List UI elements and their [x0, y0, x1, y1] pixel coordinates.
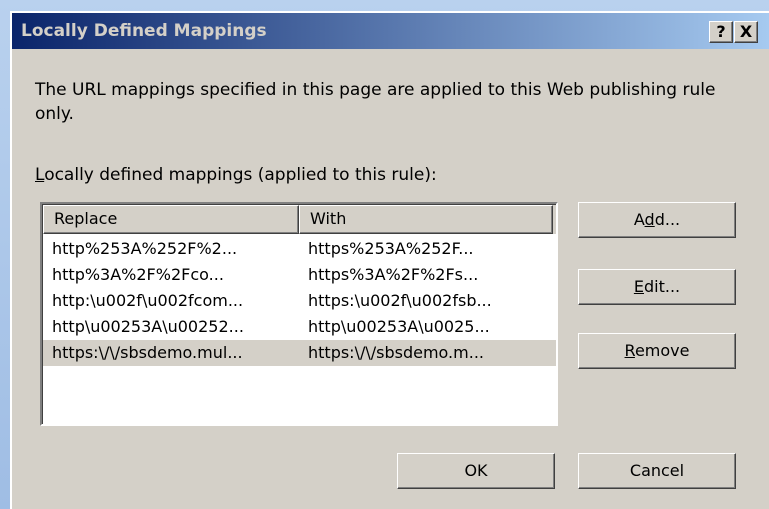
cell-replace: http:\u002f\u002fcom... — [52, 291, 244, 310]
cancel-button[interactable]: Cancel — [578, 453, 736, 489]
cell-with: http\u00253A\u0025... — [308, 317, 490, 336]
column-header-filler — [553, 205, 556, 234]
cell-replace: http%3A%2F%2Fco... — [52, 265, 224, 284]
help-icon: ? — [716, 22, 726, 41]
window-title: Locally Defined Mappings — [21, 21, 267, 41]
help-button[interactable]: ? — [709, 21, 733, 43]
table-row[interactable]: http:\u002f\u002fcom... https:\u002f\u00… — [43, 288, 556, 314]
column-header-replace[interactable]: Replace — [43, 205, 299, 234]
add-button-mnemonic: d — [644, 210, 655, 229]
edit-button[interactable]: Edit... — [578, 269, 736, 305]
mappings-list-label: Locally defined mappings (applied to thi… — [35, 165, 437, 185]
column-header-with[interactable]: With — [299, 205, 553, 234]
cell-with: https%253A%252F... — [308, 239, 474, 258]
remove-button[interactable]: Remove — [578, 333, 736, 369]
mappings-list-label-rest: ocally defined mappings (applied to this… — [44, 165, 437, 185]
remove-button-label-post: emove — [634, 341, 690, 360]
add-button[interactable]: Add... — [578, 202, 736, 238]
locally-defined-mappings-dialog: Locally Defined Mappings ? X The URL map… — [10, 11, 769, 509]
remove-button-mnemonic: R — [624, 341, 635, 360]
edit-button-label-post: dit... — [643, 277, 681, 296]
cell-replace: https:\/\/sbsdemo.mul... — [52, 343, 243, 362]
cell-with: https%3A%2F%2Fs... — [308, 265, 479, 284]
list-rows: http%253A%252F%2... https%253A%252F... h… — [43, 236, 556, 366]
table-row[interactable]: http\u00253A\u00252... http\u00253A\u002… — [43, 314, 556, 340]
cell-replace: http%253A%252F%2... — [52, 239, 238, 258]
add-button-label-post: d... — [654, 210, 681, 229]
table-row[interactable]: http%3A%2F%2Fco... https%3A%2F%2Fs... — [43, 262, 556, 288]
list-header: Replace With — [43, 205, 556, 234]
add-button-label-pre: A — [633, 210, 645, 229]
close-button[interactable]: X — [734, 21, 758, 43]
close-icon: X — [739, 22, 753, 41]
ok-button[interactable]: OK — [397, 453, 555, 489]
title-bar[interactable]: Locally Defined Mappings ? X — [12, 13, 769, 49]
description-text: The URL mappings specified in this page … — [35, 80, 716, 124]
table-row-selected[interactable]: https:\/\/sbsdemo.mul... https:\/\/sbsde… — [43, 340, 556, 366]
mappings-list[interactable]: Replace With http%253A%252F%2... https%2… — [40, 202, 558, 426]
cell-with: https:\/\/sbsdemo.m... — [308, 343, 484, 362]
mappings-list-label-mnemonic: L — [35, 165, 45, 185]
cell-replace: http\u00253A\u00252... — [52, 317, 244, 336]
table-row[interactable]: http%253A%252F%2... https%253A%252F... — [43, 236, 556, 262]
cell-with: https:\u002f\u002fsb... — [308, 291, 492, 310]
edit-button-mnemonic: E — [633, 277, 644, 296]
